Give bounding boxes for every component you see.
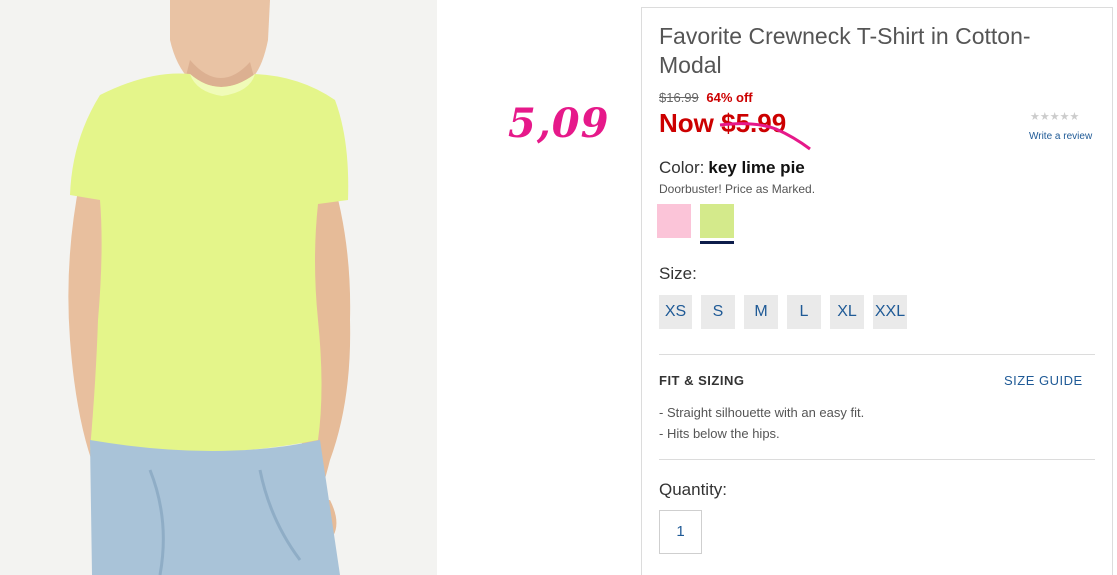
size-option-xxl[interactable]: XXL	[873, 295, 907, 329]
divider	[659, 354, 1095, 355]
size-option-xl[interactable]: XL	[830, 295, 864, 329]
product-image	[0, 0, 437, 575]
doorbuster-note: Doorbuster! Price as Marked.	[659, 182, 816, 196]
write-review-link[interactable]: Write a review	[1029, 131, 1092, 142]
size-option-l[interactable]: L	[787, 295, 821, 329]
size-label: Size:	[659, 264, 697, 283]
color-label: Color: key lime pie	[659, 158, 805, 178]
fit-detail-item: - Hits below the hips.	[659, 426, 780, 441]
product-details-panel: Favorite Crewneck T-Shirt in Cotton-Moda…	[641, 7, 1113, 575]
size-option-m[interactable]: M	[744, 295, 778, 329]
size-option-s[interactable]: S	[701, 295, 735, 329]
color-swatch-pink[interactable]	[657, 204, 691, 238]
product-title: Favorite Crewneck T-Shirt in Cotton-Moda…	[659, 23, 1031, 78]
fit-sizing-heading: FIT & SIZING	[659, 373, 745, 388]
quantity-label: Quantity:	[659, 480, 728, 499]
quantity-input[interactable]: 1	[659, 510, 702, 554]
divider	[659, 459, 1095, 460]
color-label-text: Color:	[659, 158, 705, 177]
sale-price-prefix: Now	[659, 108, 714, 138]
discount-badge: 64% off	[706, 90, 753, 105]
selected-color-name: key lime pie	[708, 158, 805, 177]
size-guide-link[interactable]: SIZE GUIDE	[1004, 373, 1083, 388]
price-line: $16.99 64% off	[659, 90, 753, 105]
original-price: $16.99	[659, 90, 699, 105]
handwritten-price-annotation: 5,09	[508, 100, 610, 147]
rating-stars: ★★★★★	[1030, 111, 1080, 123]
hand-strike-mark	[719, 122, 811, 151]
selected-swatch-indicator	[700, 241, 734, 244]
color-swatch-key-lime-pie[interactable]	[700, 204, 734, 238]
size-option-xs[interactable]: XS	[659, 295, 692, 329]
fit-detail-item: - Straight silhouette with an easy fit.	[659, 405, 865, 420]
